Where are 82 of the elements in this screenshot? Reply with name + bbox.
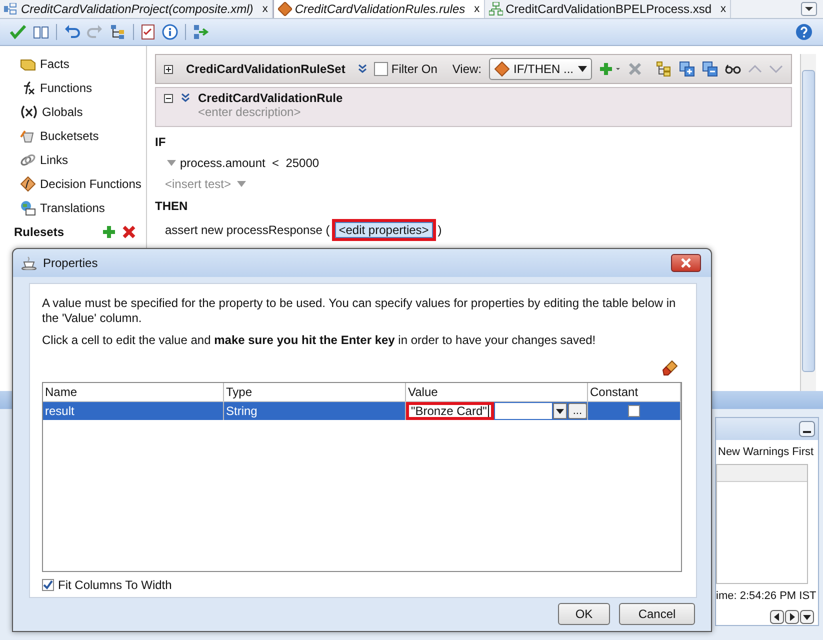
dropdown-icon[interactable]: [801, 2, 817, 16]
dialog-button[interactable]: Cancel: [619, 603, 695, 625]
delete-icon[interactable]: [122, 225, 136, 239]
check-icon[interactable]: [10, 24, 26, 40]
sidebar-item[interactable]: Globals: [20, 100, 142, 124]
variable-icon: [20, 105, 38, 119]
close-button[interactable]: [671, 254, 701, 272]
tree-icon[interactable]: [656, 61, 672, 77]
section-label: Rulesets: [14, 225, 64, 239]
paren-text: ): [438, 223, 442, 237]
caret-icon[interactable]: [166, 160, 176, 166]
message-text: A value must be specified for the property to be used. You can specify values for properties by editing the table below in the 'Value' column.: [42, 296, 677, 326]
edit-properties-link[interactable]: <edit properties>: [332, 219, 436, 241]
column-header[interactable]: Type: [224, 383, 406, 401]
sidebar-item[interactable]: Facts: [20, 52, 142, 76]
timestamp-text: ime: 2:54:26 PM IST: [716, 590, 818, 602]
hierarchy-icon: [488, 2, 503, 16]
sort-label[interactable]: New Warnings First: [716, 440, 818, 458]
condition-text[interactable]: process.amount < 25000: [180, 156, 320, 170]
chevron-icon[interactable]: [180, 93, 190, 103]
fit-columns-checkbox[interactable]: Fit Columns To Width: [42, 578, 682, 592]
editor-tab[interactable]: CreditCardValidationBPELProcess.xsd x: [484, 0, 731, 18]
add-icon[interactable]: [102, 225, 116, 239]
collapse-all-icon[interactable]: [702, 61, 718, 77]
help-icon[interactable]: [795, 23, 813, 41]
expand-icon[interactable]: [164, 64, 173, 74]
dialog-title: Properties: [43, 256, 98, 270]
constant-checkbox[interactable]: [628, 405, 640, 417]
insert-test-link[interactable]: <insert test>: [164, 177, 232, 191]
dropdown-icon[interactable]: [800, 610, 814, 624]
flow-icon[interactable]: [193, 24, 209, 40]
glasses-icon[interactable]: [724, 64, 741, 74]
link-icon: [20, 153, 36, 167]
browse-button[interactable]: ...: [568, 403, 587, 419]
checklist-icon[interactable]: [141, 24, 155, 40]
check-icon: [43, 580, 53, 590]
sidebar-item[interactable]: Functions: [20, 76, 142, 100]
dropdown-icon[interactable]: [552, 403, 567, 419]
editor-tab[interactable]: CreditCardValidationRules.rules x: [272, 0, 485, 18]
column-header[interactable]: Value: [406, 383, 588, 401]
instruction-text: Click a cell to edit the value and make sure you hit the Enter key in order to have your changes saved!: [42, 333, 597, 348]
caret-icon[interactable]: [237, 181, 246, 187]
eraser-icon[interactable]: [662, 360, 678, 376]
sidebar-item[interactable]: Translations: [20, 196, 142, 220]
value-field[interactable]: "Bronze Card": [406, 402, 494, 420]
view-dropdown[interactable]: IF/THEN ...: [488, 58, 592, 80]
column-header[interactable]: Name: [43, 383, 224, 401]
table-cell: result: [43, 402, 224, 420]
diamond-icon: [278, 2, 292, 16]
filter-checkbox[interactable]: Filter On: [374, 62, 438, 76]
action-text: assert new processResponse (: [164, 223, 330, 237]
ruleset-name: CrediCardValidationRuleSet: [186, 62, 346, 76]
next-icon[interactable]: [785, 610, 799, 624]
view-label: View:: [452, 62, 482, 76]
rule-name: CreditCardValidationRule: [198, 91, 343, 105]
bucket-icon: [20, 129, 36, 143]
add-icon[interactable]: [598, 62, 621, 76]
cup-icon: [21, 256, 37, 270]
chevron-icon[interactable]: [358, 64, 368, 74]
column-header[interactable]: Constant: [588, 383, 681, 401]
decision-icon: [20, 176, 36, 192]
close-icon: [680, 258, 692, 268]
diagram-icon: [4, 3, 18, 15]
then-keyword: THEN: [154, 199, 188, 213]
tree-icon[interactable]: [110, 24, 126, 40]
editor-tab[interactable]: CreditCardValidationProject(composite.xml) x: [0, 0, 273, 18]
dialog-button[interactable]: OK: [558, 603, 610, 625]
info-icon[interactable]: [162, 24, 178, 40]
book-icon[interactable]: [33, 25, 49, 39]
minimize-icon[interactable]: [799, 421, 815, 437]
table-row[interactable]: result String "Bronze Card" ...: [43, 402, 681, 420]
sidebar-item[interactable]: Links: [20, 148, 142, 172]
scrollbar[interactable]: [800, 54, 816, 391]
diamond-icon: [494, 61, 510, 77]
collapse-icon[interactable]: [164, 94, 173, 102]
caret-icon: [578, 66, 587, 72]
sidebar-item[interactable]: Decision Functions: [20, 172, 142, 196]
if-keyword: IF: [154, 135, 166, 149]
sidebar-item[interactable]: Bucketsets: [20, 124, 142, 148]
expand-all-icon[interactable]: [678, 61, 695, 77]
undo-icon[interactable]: [64, 24, 80, 40]
previous-icon[interactable]: [770, 610, 784, 624]
